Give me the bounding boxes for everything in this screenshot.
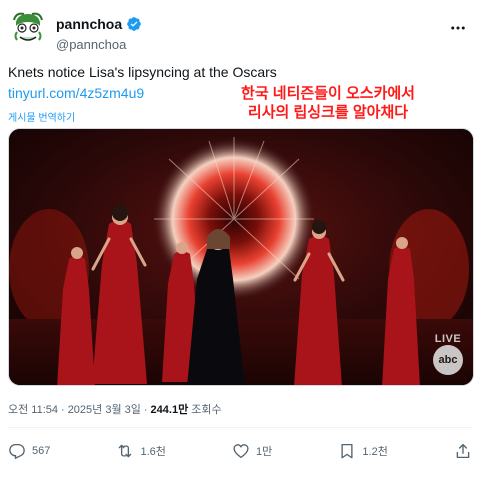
abc-logo-text: abc [438,354,458,366]
meta-separator: · [143,404,148,416]
performance-scene-image [9,129,473,385]
more-options-icon[interactable] [448,18,468,38]
retweet-count: 1.6천 [140,446,166,458]
reply-button[interactable]: 567 [8,442,50,460]
share-icon [456,443,470,459]
action-bar: 567 1.6천 1만 1.2천 [8,438,472,464]
translate-post-link[interactable]: 게시물 번역하기 [8,109,75,124]
reply-icon [9,443,25,460]
tweet-link[interactable]: tinyurl.com/4z5zm4u9 [8,85,144,101]
display-name[interactable]: pannchoa [56,16,122,32]
like-count: 1만 [256,446,273,458]
share-button[interactable] [454,442,472,460]
abc-logo: abc [433,345,463,375]
korean-caption: 한국 네티즌들이 오스카에서 리사의 립싱크를 알아채다 [228,84,428,122]
reply-count: 567 [32,445,51,457]
korean-caption-line1: 한국 네티즌들이 오스카에서 [241,85,415,102]
divider [8,427,472,428]
user-handle[interactable]: @pannchoa [56,37,126,52]
korean-caption-line2: 리사의 립싱크를 알아채다 [247,104,409,121]
tweet-header: pannchoa @pannchoa [8,8,472,52]
bookmark-button[interactable]: 1.2천 [338,442,388,460]
network-badge: LIVE abc [433,333,463,375]
views-count[interactable]: 244.1만 [151,401,189,417]
tweet-media-video[interactable]: LIVE abc [8,128,474,386]
tweet-text: Knets notice Lisa's lipsyncing at the Os… [8,64,277,80]
views-label: 조회수 [191,404,222,416]
tweet-date[interactable]: 2025년 3월 3일 [68,401,141,417]
meta-separator: · [61,404,65,416]
tweet-time[interactable]: 오전 11:54 [8,401,58,417]
retweet-button[interactable]: 1.6천 [116,442,166,460]
verified-badge-icon[interactable] [126,16,142,32]
avatar-illustration [8,8,48,48]
tweet-meta: 오전 11:54 · 2025년 3월 3일 · 244.1만 조회수 [8,401,222,417]
avatar[interactable] [8,8,48,48]
heart-icon [233,444,249,459]
user-name-row: pannchoa [56,16,142,32]
bookmark-icon [341,443,353,459]
bookmark-count: 1.2천 [362,446,388,458]
like-button[interactable]: 1만 [232,442,272,460]
retweet-icon [119,444,132,458]
live-label: LIVE [434,333,462,345]
